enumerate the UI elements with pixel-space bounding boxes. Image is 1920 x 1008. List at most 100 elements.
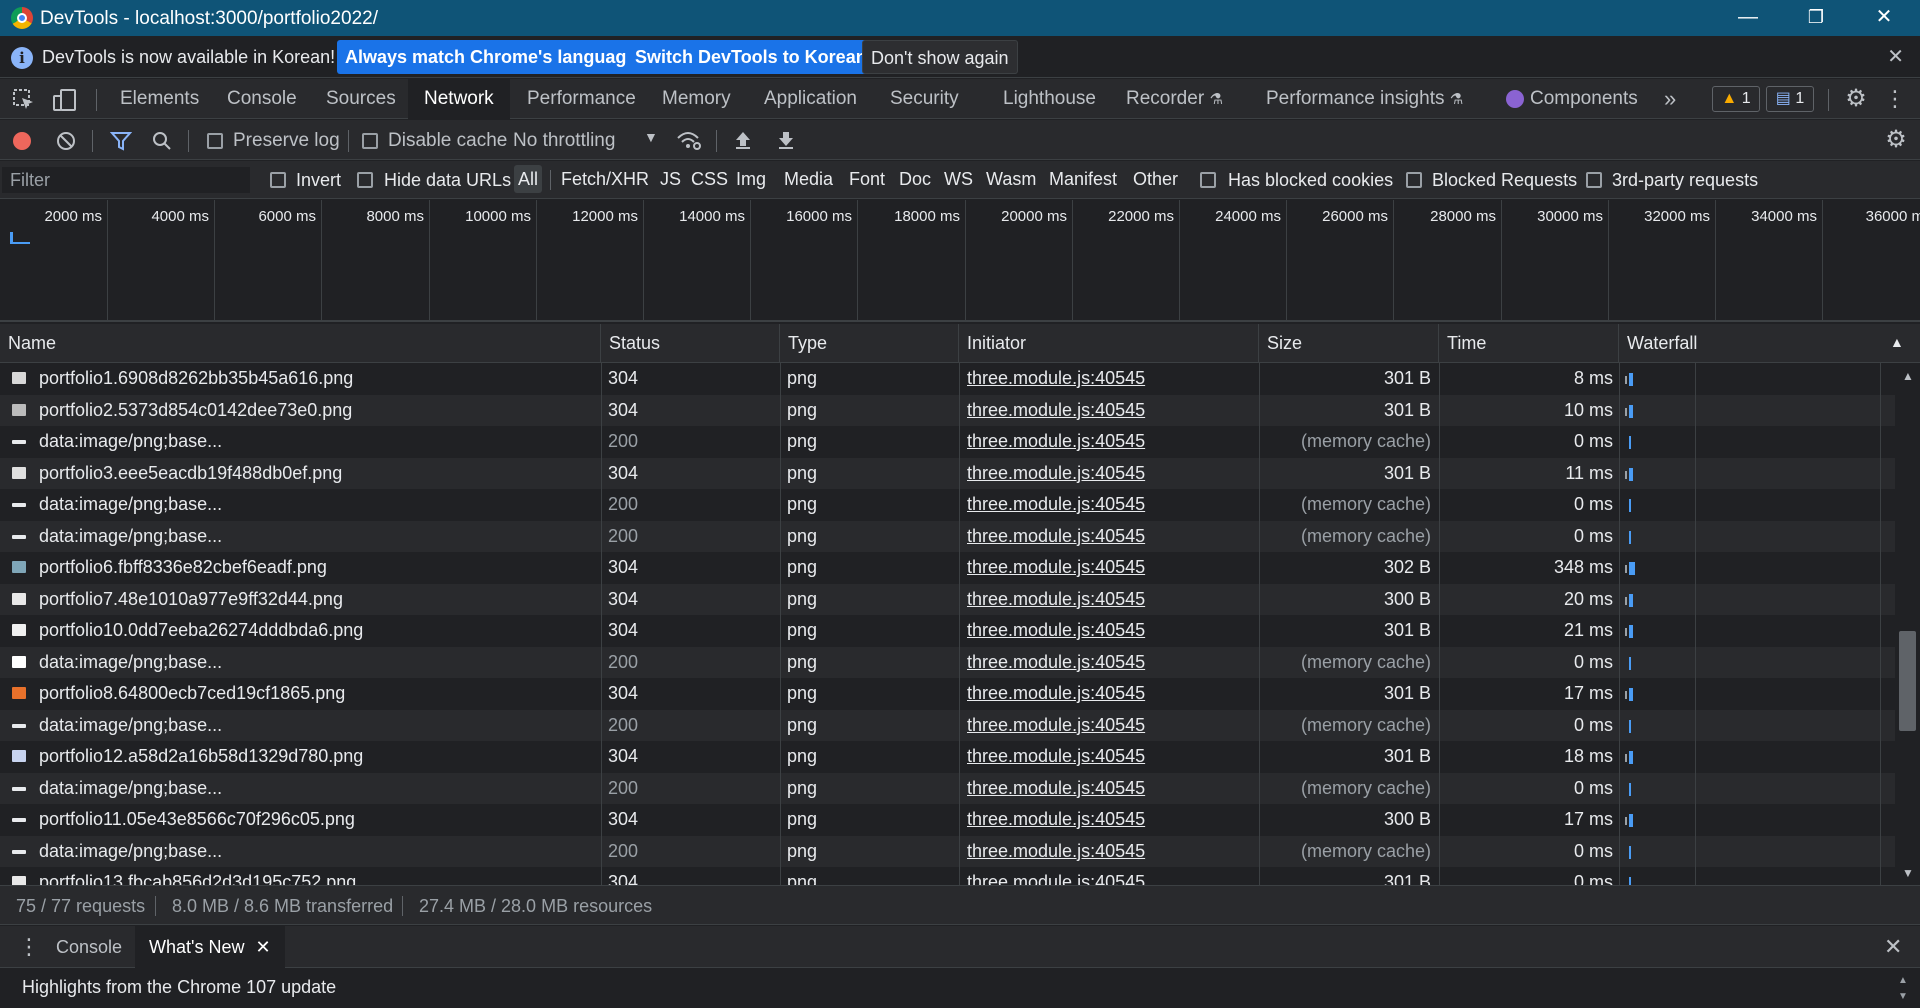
cell-initiator[interactable]: three.module.js:40545 bbox=[967, 710, 1257, 742]
cell-initiator[interactable]: three.module.js:40545 bbox=[967, 426, 1257, 458]
drawer-menu-icon[interactable]: ⋮ bbox=[18, 934, 40, 960]
blocked-requests-checkbox[interactable] bbox=[1406, 172, 1422, 188]
cell-initiator[interactable]: three.module.js:40545 bbox=[967, 836, 1257, 868]
invert-checkbox[interactable] bbox=[270, 172, 286, 188]
cell-initiator[interactable]: three.module.js:40545 bbox=[967, 552, 1257, 584]
tab-application[interactable]: Application bbox=[764, 79, 857, 119]
cell-initiator[interactable]: three.module.js:40545 bbox=[967, 489, 1257, 521]
tab-console[interactable]: Console bbox=[227, 79, 297, 119]
filter-input[interactable]: Filter bbox=[2, 167, 250, 193]
restore-button[interactable]: ❐ bbox=[1784, 0, 1848, 36]
filter-type-doc[interactable]: Doc bbox=[895, 165, 935, 193]
cell-initiator[interactable]: three.module.js:40545 bbox=[967, 804, 1257, 836]
column-header-waterfall[interactable]: Waterfall bbox=[1619, 324, 1920, 363]
filter-type-wasm[interactable]: Wasm bbox=[982, 165, 1040, 193]
cell-initiator[interactable]: three.module.js:40545 bbox=[967, 363, 1257, 395]
warnings-counter[interactable]: ▲ 1 bbox=[1712, 86, 1760, 112]
table-row[interactable]: data:image/png;base... 200 png three.module… bbox=[0, 772, 1895, 805]
tab-network[interactable]: Network bbox=[408, 79, 510, 119]
switch-to-korean-button[interactable]: Switch DevTools to Korean bbox=[627, 40, 875, 74]
table-row[interactable]: data:image/png;base... 200 png three.module… bbox=[0, 835, 1895, 868]
customize-menu-icon[interactable]: ⋮ bbox=[1884, 85, 1906, 113]
filter-icon[interactable] bbox=[110, 131, 132, 151]
column-header-initiator[interactable]: Initiator bbox=[959, 324, 1259, 363]
clear-icon[interactable] bbox=[56, 131, 76, 151]
device-toolbar-icon[interactable] bbox=[52, 88, 78, 112]
cell-initiator[interactable]: three.module.js:40545 bbox=[967, 773, 1257, 805]
network-overview[interactable]: 2000 ms 4000 ms 6000 ms 8000 ms 10000 ms 1200… bbox=[0, 200, 1920, 322]
drawer-scroll-up-icon[interactable]: ▲ bbox=[1898, 975, 1908, 986]
cell-initiator[interactable]: three.module.js:40545 bbox=[967, 615, 1257, 647]
tab-components[interactable]: Components bbox=[1506, 79, 1638, 119]
network-settings-gear-icon[interactable]: ⚙ bbox=[1882, 126, 1910, 154]
cell-initiator[interactable]: three.module.js:40545 bbox=[967, 647, 1257, 679]
drawer-tab-console[interactable]: Console bbox=[56, 926, 122, 968]
table-row[interactable]: data:image/png;base... 200 png three.module… bbox=[0, 426, 1895, 458]
drawer-tab-whats-new[interactable]: What's New ✕ bbox=[135, 926, 285, 968]
tab-elements[interactable]: Elements bbox=[120, 79, 199, 119]
filter-type-ws[interactable]: WS bbox=[940, 165, 977, 193]
cell-initiator[interactable]: three.module.js:40545 bbox=[967, 867, 1257, 885]
table-row[interactable]: portfolio3.eee5eacdb19f488db0ef.png 304 pn… bbox=[0, 457, 1895, 490]
table-row[interactable]: portfolio1.6908d8262bb35b45a616.png 304 pn… bbox=[0, 363, 1895, 395]
column-header-name[interactable]: Name bbox=[0, 324, 601, 363]
always-match-language-button[interactable]: Always match Chrome's language bbox=[337, 40, 645, 74]
column-header-time[interactable]: Time bbox=[1439, 324, 1619, 363]
table-scrollbar[interactable]: ▲ ▼ bbox=[1895, 363, 1920, 885]
scroll-down-icon[interactable]: ▼ bbox=[1902, 866, 1914, 880]
cell-initiator[interactable]: three.module.js:40545 bbox=[967, 678, 1257, 710]
filter-type-all[interactable]: All bbox=[514, 165, 543, 193]
tab-recorder[interactable]: Recorder ⚗ bbox=[1126, 79, 1223, 119]
filter-type-fetch-xhr[interactable]: Fetch/XHR bbox=[557, 165, 653, 193]
import-har-icon[interactable] bbox=[734, 130, 752, 150]
has-blocked-cookies-checkbox[interactable] bbox=[1200, 172, 1216, 188]
search-icon[interactable] bbox=[152, 131, 172, 151]
more-tabs-button[interactable]: » bbox=[1664, 79, 1676, 119]
table-row[interactable]: portfolio6.fbff8336e82cbef6eadf.png 304 pn… bbox=[0, 552, 1895, 584]
messages-counter[interactable]: ▤ 1 bbox=[1766, 86, 1814, 112]
infobar-close-icon[interactable]: ✕ bbox=[1887, 44, 1904, 69]
disable-cache-checkbox[interactable] bbox=[362, 133, 378, 149]
drawer-scroll-down-icon[interactable]: ▼ bbox=[1898, 991, 1908, 1002]
inspect-element-icon[interactable] bbox=[12, 88, 36, 112]
tab-security[interactable]: Security bbox=[890, 79, 959, 119]
tab-sources[interactable]: Sources bbox=[326, 79, 396, 119]
tab-lighthouse[interactable]: Lighthouse bbox=[1003, 79, 1096, 119]
table-row[interactable]: portfolio13.fbcab856d2d3d195c752.png 304 p… bbox=[0, 867, 1895, 885]
filter-type-media[interactable]: Media bbox=[780, 165, 837, 193]
filter-type-img[interactable]: Img bbox=[732, 165, 770, 193]
scroll-up-icon[interactable]: ▲ bbox=[1902, 369, 1914, 383]
tab-performance-insights[interactable]: Performance insights ⚗ bbox=[1266, 79, 1463, 119]
filter-type-js[interactable]: JS bbox=[656, 165, 685, 193]
close-tab-icon[interactable]: ✕ bbox=[255, 937, 270, 957]
tab-memory[interactable]: Memory bbox=[662, 79, 731, 119]
tab-performance[interactable]: Performance bbox=[527, 79, 636, 119]
chevron-down-icon[interactable]: ▼ bbox=[644, 129, 658, 145]
table-row[interactable]: data:image/png;base... 200 png three.module… bbox=[0, 489, 1895, 521]
filter-type-font2[interactable]: Font bbox=[845, 165, 889, 193]
cell-initiator[interactable]: three.module.js:40545 bbox=[967, 521, 1257, 553]
column-header-type[interactable]: Type bbox=[780, 324, 959, 363]
close-window-button[interactable]: ✕ bbox=[1852, 0, 1916, 36]
table-row[interactable]: data:image/png;base... 200 png three.module… bbox=[0, 709, 1895, 742]
cell-initiator[interactable]: three.module.js:40545 bbox=[967, 395, 1257, 427]
dont-show-again-button[interactable]: Don't show again bbox=[862, 40, 1018, 74]
table-row[interactable]: portfolio12.a58d2a16b58d1329d780.png 304 p… bbox=[0, 741, 1895, 773]
filter-type-manifest[interactable]: Manifest bbox=[1045, 165, 1121, 193]
filter-type-css[interactable]: CSS bbox=[687, 165, 732, 193]
table-row[interactable]: portfolio2.5373d854c0142dee73e0.png 304 pn… bbox=[0, 394, 1895, 427]
settings-gear-icon[interactable]: ⚙ bbox=[1842, 85, 1870, 113]
table-row[interactable]: portfolio7.48e1010a977e9ff32d44.png 304 pn… bbox=[0, 583, 1895, 616]
cell-initiator[interactable]: three.module.js:40545 bbox=[967, 584, 1257, 616]
record-icon[interactable] bbox=[13, 132, 31, 150]
column-header-size[interactable]: Size bbox=[1259, 324, 1439, 363]
preserve-log-checkbox[interactable] bbox=[207, 133, 223, 149]
hide-data-urls-checkbox[interactable] bbox=[357, 172, 373, 188]
table-row[interactable]: portfolio10.0dd7eeba26274dddbda6.png 304 p… bbox=[0, 615, 1895, 647]
minimize-button[interactable]: — bbox=[1716, 0, 1780, 36]
table-row[interactable]: portfolio11.05e43e8566c70f296c05.png 304 p… bbox=[0, 804, 1895, 836]
network-conditions-icon[interactable] bbox=[676, 130, 702, 152]
table-row[interactable]: data:image/png;base... 200 png three.module… bbox=[0, 520, 1895, 553]
cell-initiator[interactable]: three.module.js:40545 bbox=[967, 458, 1257, 490]
throttling-select[interactable]: No throttling bbox=[513, 130, 615, 152]
